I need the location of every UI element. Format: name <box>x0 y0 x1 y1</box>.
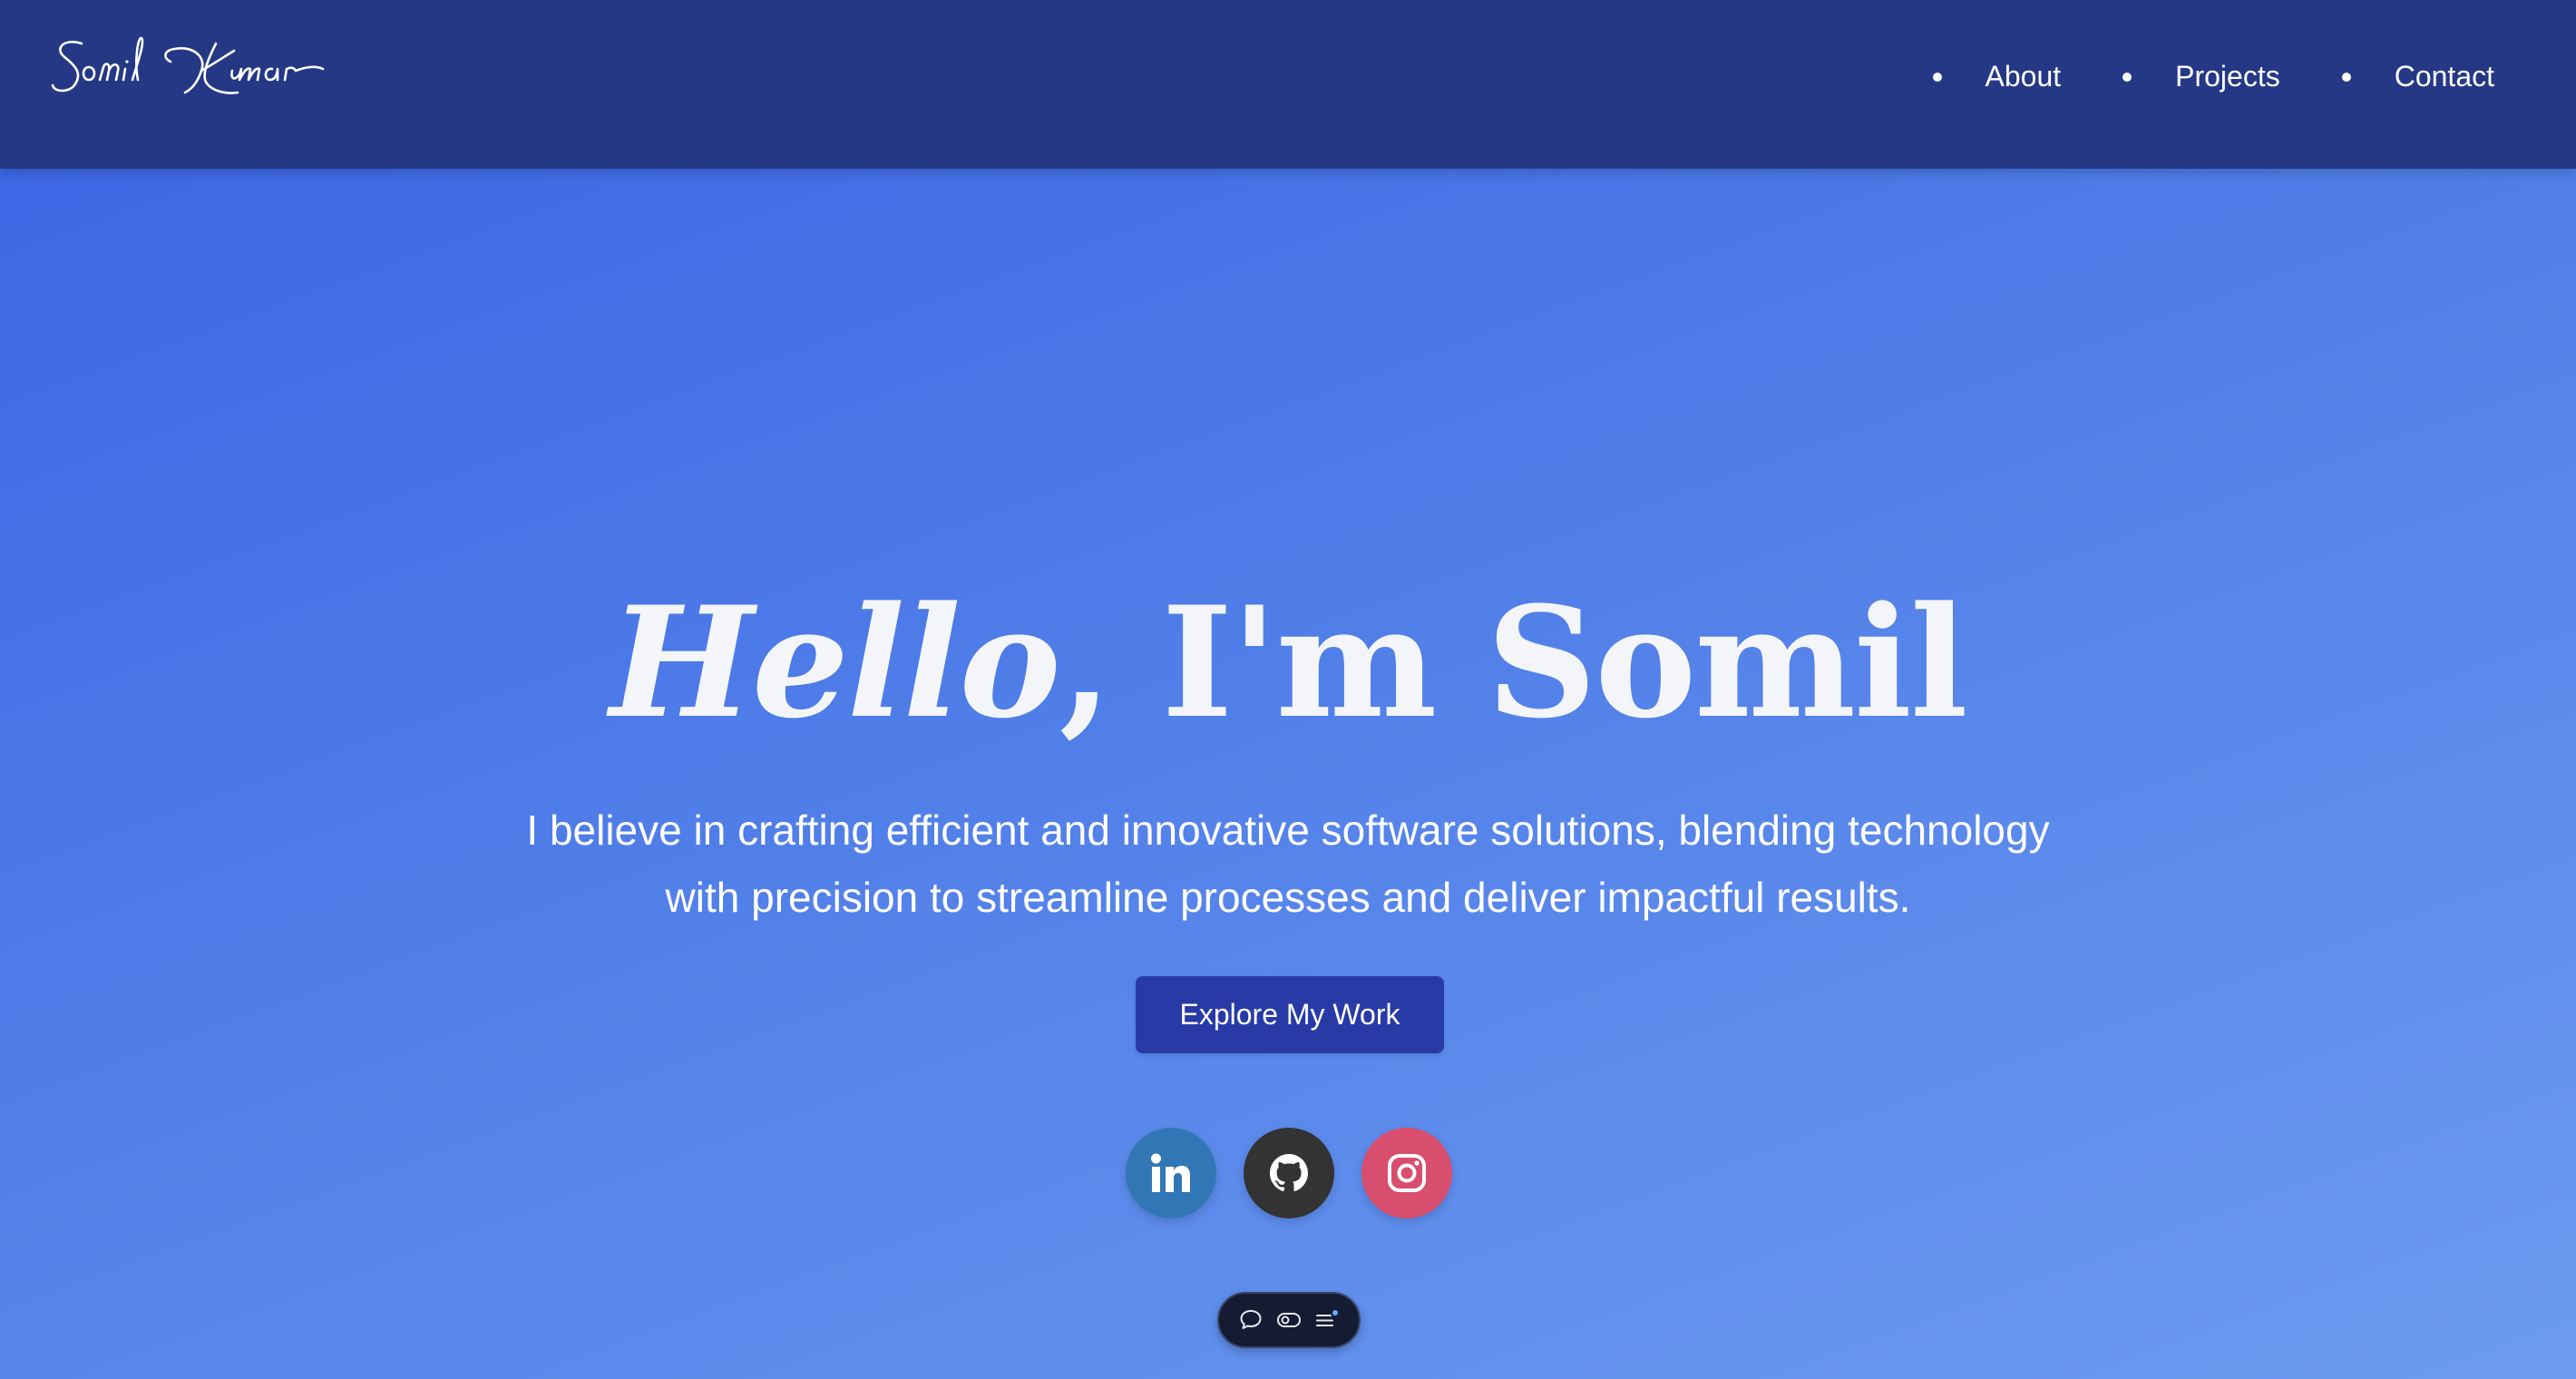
nav-item-about[interactable]: About <box>1932 60 2098 93</box>
menu-list-icon[interactable] <box>1313 1306 1341 1334</box>
chat-bubble-icon[interactable] <box>1237 1306 1264 1334</box>
hero-name: I'm Somil <box>1110 572 1968 752</box>
github-button[interactable] <box>1244 1128 1334 1218</box>
hero-subtitle-line2: with precision to streamline processes a… <box>665 874 1911 921</box>
github-icon <box>1270 1154 1308 1192</box>
site-header: About Projects Contact <box>0 0 2576 169</box>
linkedin-button[interactable] <box>1126 1128 1216 1218</box>
nav-bullet <box>2122 72 2132 82</box>
nav-label-about[interactable]: About <box>1986 60 2062 93</box>
floating-toolbar <box>1217 1292 1361 1348</box>
nav-label-contact[interactable]: Contact <box>2395 60 2494 93</box>
nav-bullet <box>2341 72 2351 82</box>
hero-greeting: Hello <box>610 572 1060 752</box>
hero-subtitle: I believe in crafting efficient and inno… <box>381 797 2195 931</box>
nav-bullet <box>1932 72 1942 82</box>
main-nav: About Projects Contact <box>1908 60 2494 93</box>
nav-item-projects[interactable]: Projects <box>2122 60 2317 93</box>
nav-item-contact[interactable]: Contact <box>2341 60 2494 93</box>
hero-title: Hello, I'm Somil <box>0 581 2576 744</box>
signature-logo[interactable] <box>47 25 410 116</box>
linkedin-icon <box>1151 1153 1190 1192</box>
hero-subtitle-line1: I believe in crafting efficient and inno… <box>526 807 2050 854</box>
instagram-button[interactable] <box>1361 1128 1452 1218</box>
hero-comma: , <box>1059 572 1112 752</box>
toggle-icon[interactable] <box>1275 1306 1303 1334</box>
explore-work-button[interactable]: Explore My Work <box>1136 976 1444 1053</box>
nav-label-projects[interactable]: Projects <box>2175 60 2280 93</box>
instagram-icon <box>1388 1154 1426 1192</box>
